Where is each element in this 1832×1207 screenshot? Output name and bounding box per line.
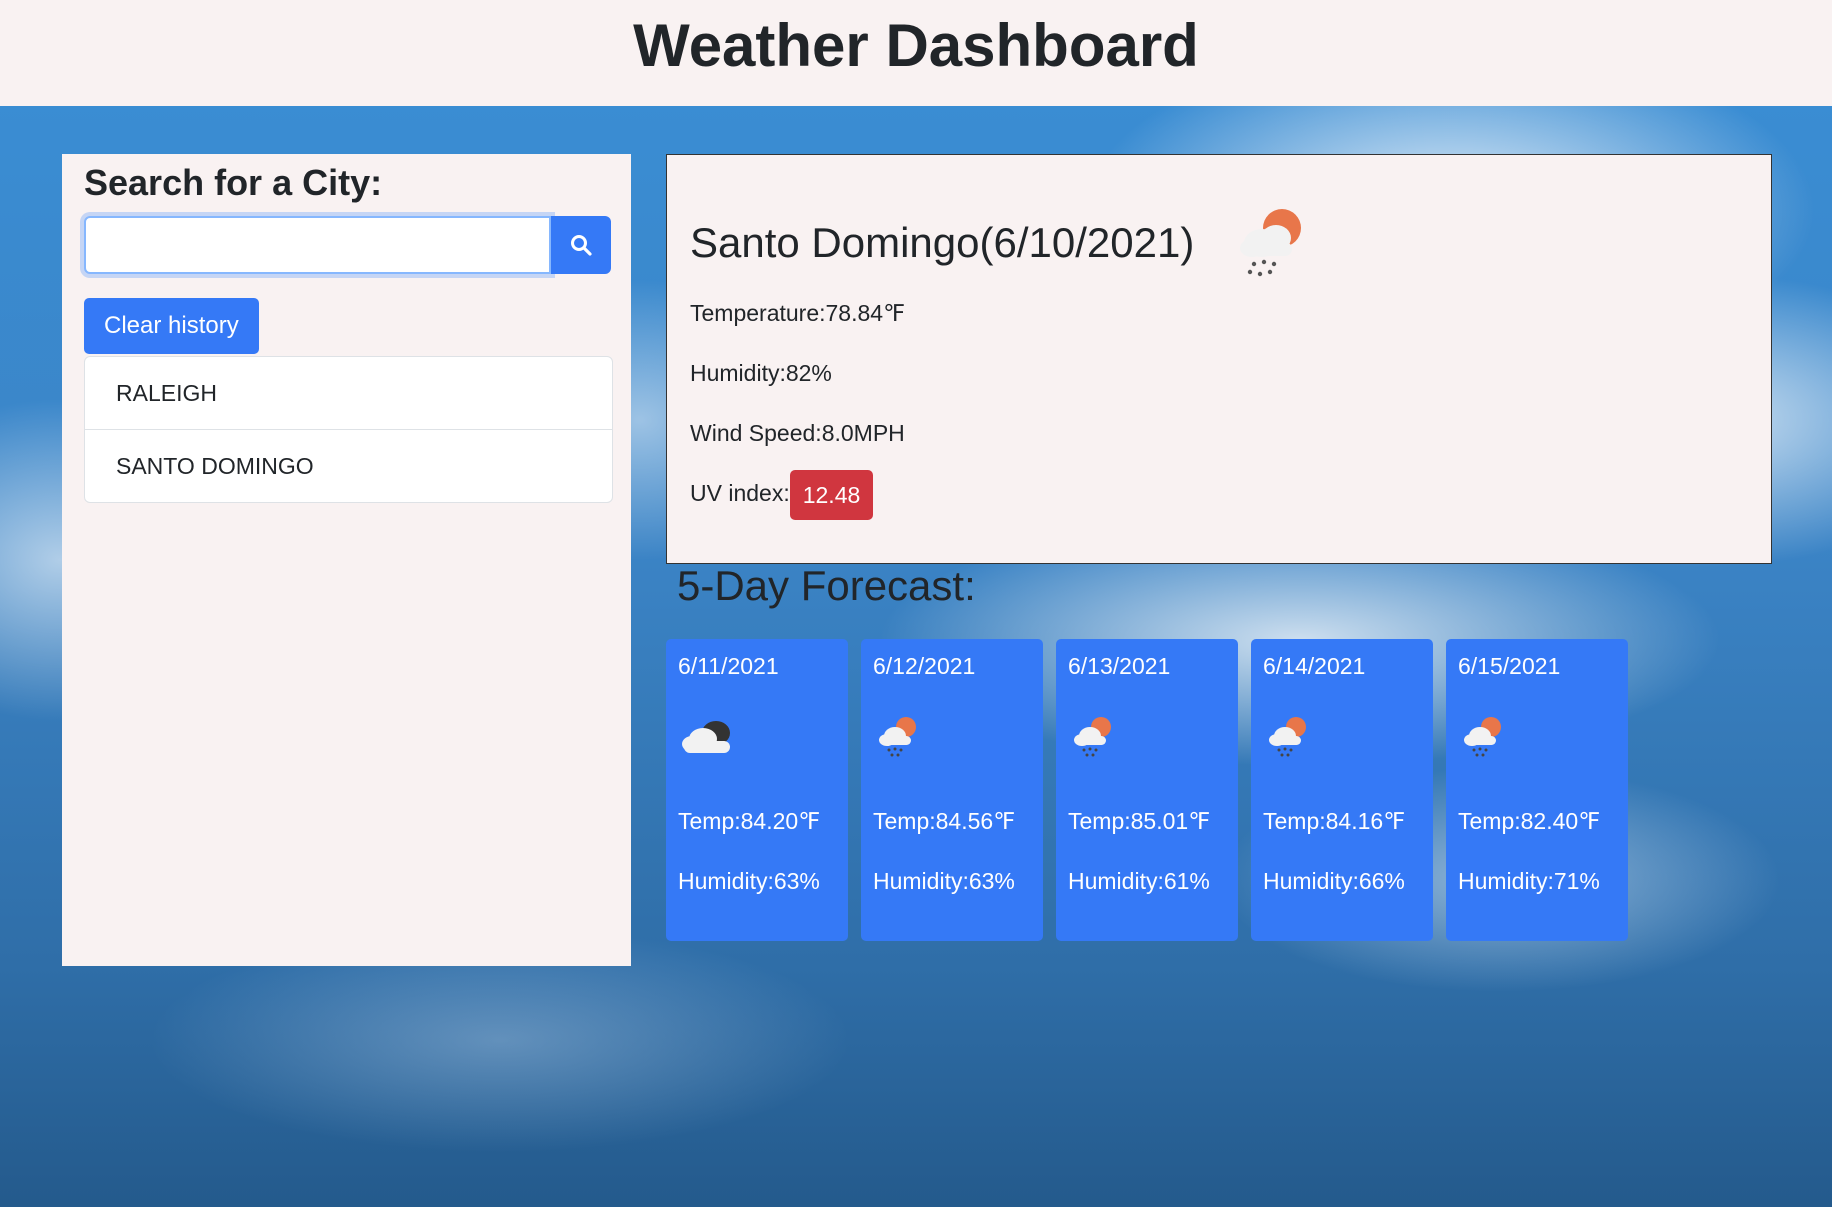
search-row [84,216,611,274]
search-heading: Search for a City: [84,162,383,203]
forecast-card: 6/15/2021 Temp:82.40℉ Humidity:71% [1446,639,1628,941]
forecast-card: 6/14/2021 Temp:84.16℉ Humidity:66% [1251,639,1433,941]
forecast-temp: Temp:82.40℉ [1458,808,1601,834]
history-item-santo-domingo[interactable]: SANTO DOMINGO [85,429,612,502]
clear-history-button[interactable]: Clear history [84,298,259,354]
search-icon [571,235,592,256]
search-history-list: RALEIGH SANTO DOMINGO [84,356,613,503]
current-weather-card: Santo Domingo(6/10/2021) Temperature:78.… [666,154,1772,564]
forecast-card: 6/12/2021 Temp:84.56℉ Humidity:63% [861,639,1043,941]
forecast-date: 6/15/2021 [1458,653,1561,679]
forecast-humidity: Humidity:63% [873,868,1015,894]
search-button[interactable] [551,216,611,274]
city-search-input[interactable] [84,216,551,274]
rain-partly-sunny-icon [1269,717,1306,757]
uv-index-badge: 12.48 [789,469,874,520]
current-humidity: Humidity:82% [690,360,832,386]
page-title: Weather Dashboard [633,11,1199,79]
forecast-humidity: Humidity:66% [1263,868,1405,894]
forecast-date: 6/13/2021 [1068,653,1171,679]
rain-partly-sunny-icon [1464,717,1501,757]
forecast-temp: Temp:84.16℉ [1263,808,1406,834]
current-city-date: Santo Domingo(6/10/2021) [690,219,1195,266]
page-header: Weather Dashboard [0,0,1832,106]
current-wind-speed: Wind Speed:8.0MPH [690,420,905,446]
history-item-raleigh[interactable]: RALEIGH [85,357,612,429]
uv-label: UV index: [690,480,790,506]
forecast-humidity: Humidity:61% [1068,868,1210,894]
forecast-card: 6/11/2021 Temp:84.20℉ Humidity:63% [666,639,848,941]
rain-partly-sunny-icon [879,717,916,757]
forecast-temp: Temp:84.20℉ [678,808,821,834]
rain-partly-sunny-icon [1074,717,1111,757]
forecast-card: 6/13/2021 Temp:85.01℉ Humidity:61% [1056,639,1238,941]
forecast-humidity: Humidity:63% [678,868,820,894]
current-temperature: Temperature:78.84℉ [690,300,905,326]
forecast-temp: Temp:84.56℉ [873,808,1016,834]
rain-partly-sunny-icon [1240,209,1302,277]
forecast-date: 6/12/2021 [873,653,976,679]
forecast-humidity: Humidity:71% [1458,868,1600,894]
current-uv-row: UV index: 12.48 [690,463,1748,523]
cloudy-icon [682,721,730,753]
current-title-row: Santo Domingo(6/10/2021) [690,203,1748,283]
forecast-temp: Temp:85.01℉ [1068,808,1211,834]
forecast-date: 6/14/2021 [1263,653,1366,679]
forecast-cards: 6/11/2021 Temp:84.20℉ Humidity:63% 6/12/… [666,639,1628,941]
search-panel: Search for a City: Clear history RALEIGH… [62,154,631,966]
forecast-date: 6/11/2021 [678,653,779,679]
forecast-heading: 5-Day Forecast: [677,562,976,609]
